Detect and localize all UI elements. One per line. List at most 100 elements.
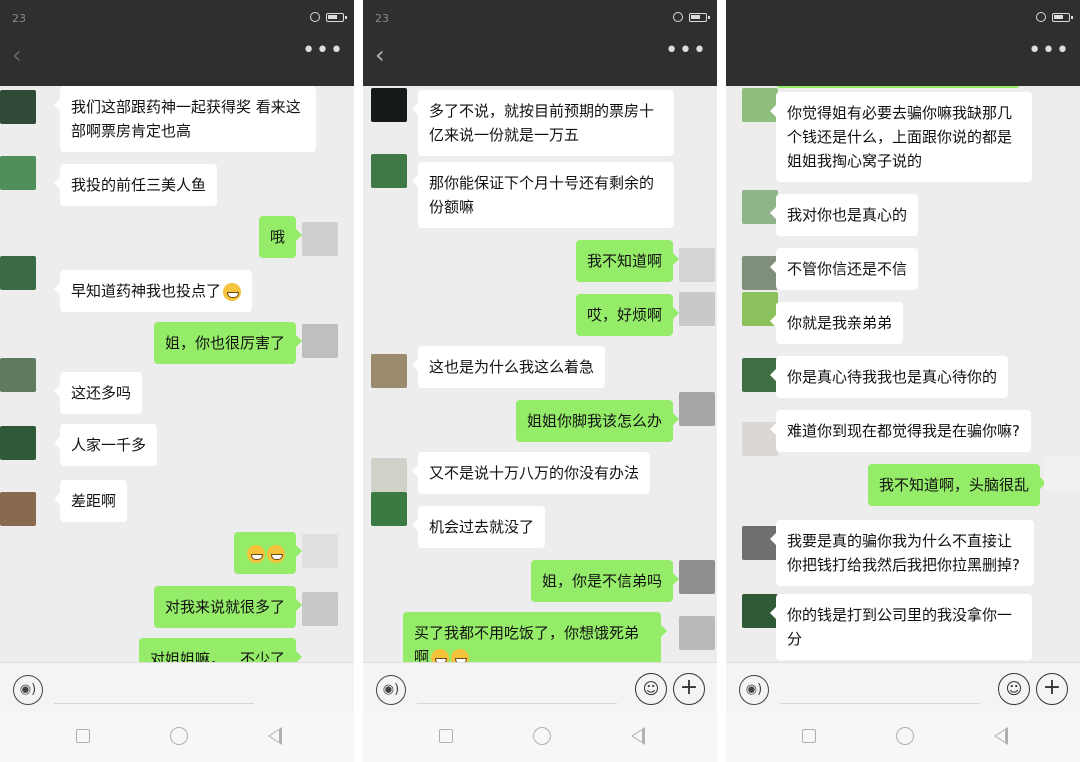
message-bubble: 不管你信还是不信: [769, 248, 919, 290]
message-text: 你的钱是打到公司里的我没拿你一分: [787, 606, 1013, 648]
message-list: 你觉得姐有必要去骗你嘛我缺那几个钱还是什么，上面跟你说的都是姐姐我掏心窝子说的 …: [726, 86, 1080, 662]
plus-icon[interactable]: +: [1036, 673, 1068, 705]
message-text: 对姐姐嘛，…不少了: [149, 650, 285, 662]
contact-avatar[interactable]: [0, 156, 36, 190]
message-input[interactable]: [54, 703, 254, 704]
voice-icon[interactable]: ◉): [739, 675, 769, 705]
message-bubble: 你觉得姐有必要去骗你嘛我缺那几个钱还是什么，上面跟你说的都是姐姐我掏心窝子说的: [770, 92, 1032, 182]
message-input[interactable]: [780, 703, 980, 704]
emoji-icon[interactable]: ☺: [998, 673, 1030, 705]
contact-avatar[interactable]: [0, 358, 36, 392]
contact-avatar[interactable]: [0, 492, 36, 526]
chat-title-bar: ‹ •••: [0, 38, 354, 86]
message-text: 我不知道啊: [586, 252, 662, 270]
user-avatar[interactable]: [302, 534, 338, 568]
message-bubble: 姐，你也很厉害了: [153, 322, 303, 364]
voice-icon[interactable]: ◉): [376, 675, 406, 705]
message-bubble: 买了我都不用吃饭了，你想饿死弟啊: [403, 612, 667, 662]
message-bubble: 我们这部跟药神一起获得奖 看来这部啊票房肯定也高: [54, 86, 316, 152]
contact-avatar[interactable]: [371, 492, 407, 526]
message-text: 难道你到现在都觉得我是在骗你嘛?: [787, 422, 1020, 440]
user-avatar[interactable]: [679, 560, 715, 594]
home-icon[interactable]: [533, 727, 551, 745]
contact-avatar[interactable]: [0, 256, 36, 290]
more-icon[interactable]: •••: [665, 38, 707, 63]
message-text: 机会过去就没了: [429, 518, 535, 536]
chat-title-bar: ‹ •••: [363, 38, 717, 86]
grinning-emoji-icon: [247, 544, 265, 563]
message-bubble: 我投的前任三美人鱼: [53, 164, 218, 206]
contact-avatar[interactable]: [0, 426, 36, 460]
back-icon[interactable]: [994, 727, 1008, 745]
message-text: 哎，好烦啊: [586, 306, 662, 324]
contact-avatar[interactable]: [371, 154, 407, 188]
status-time: 23: [375, 12, 389, 25]
message-text: 我投的前任三美人鱼: [71, 176, 207, 194]
back-icon[interactable]: [268, 727, 282, 745]
message-bubble: 我要是真的骗你我为什么不直接让你把钱打给我然后我把你拉黑删掉?: [770, 520, 1034, 586]
more-icon[interactable]: •••: [302, 38, 344, 63]
user-avatar[interactable]: [302, 324, 338, 358]
user-avatar[interactable]: [679, 616, 715, 650]
user-avatar[interactable]: [302, 592, 338, 626]
grinning-emoji-icon: [267, 544, 285, 563]
message-text: 人家一千多: [71, 436, 147, 454]
contact-avatar[interactable]: [371, 88, 407, 122]
status-icons: [673, 12, 710, 22]
message-bubble: 姐姐你脚我该怎么办: [515, 400, 680, 442]
message-text: 姐，你是不信弟吗: [541, 572, 662, 590]
message-text: 你觉得姐有必要去骗你嘛我缺那几个钱还是什么，上面跟你说的都是姐姐我掏心窝子说的: [787, 104, 1013, 170]
message-bubble: 你就是我亲弟弟: [769, 302, 904, 344]
message-text: 我不知道啊，头脑很乱: [878, 476, 1029, 494]
message-text: 多了不说，就按目前预期的票房十亿来说一份就是一万五: [429, 102, 655, 144]
recent-apps-icon[interactable]: [76, 729, 90, 743]
message-bubble: 早知道药神我也投点了: [53, 270, 253, 312]
contact-avatar[interactable]: [371, 458, 407, 492]
chat-screen-1: 23 ‹ ••• 我们这部跟药神一起获得奖 看来这部啊票房肯定也高 我投的前任三…: [0, 0, 354, 762]
recent-apps-icon[interactable]: [802, 729, 816, 743]
message-list: 多了不说，就按目前预期的票房十亿来说一份就是一万五 那你能保证下个月十号还有剩余…: [363, 86, 717, 662]
home-icon[interactable]: [896, 727, 914, 745]
message-bubble: 你是真心待我我也是真心待你的: [769, 356, 1009, 398]
system-nav-bar: [363, 712, 717, 762]
back-icon[interactable]: [631, 727, 645, 745]
message-bubble: 哦: [258, 216, 303, 258]
contact-avatar[interactable]: [0, 90, 36, 124]
message-bubble-partial: [776, 86, 1020, 88]
message-text: 我要是真的骗你我为什么不直接让你把钱打给我然后我把你拉黑删掉?: [787, 532, 1020, 574]
input-bar: ◉) ☺ +: [363, 662, 717, 712]
user-avatar[interactable]: [1044, 456, 1080, 490]
message-text: 哦: [269, 228, 285, 246]
more-icon[interactable]: •••: [1028, 38, 1070, 63]
user-avatar[interactable]: [302, 222, 338, 256]
status-time: 23: [12, 12, 26, 25]
voice-icon[interactable]: ◉): [13, 675, 43, 705]
system-nav-bar: [0, 712, 354, 762]
message-bubble: 多了不说，就按目前预期的票房十亿来说一份就是一万五: [412, 90, 674, 156]
user-avatar[interactable]: [679, 248, 715, 282]
plus-icon[interactable]: +: [673, 673, 705, 705]
chat-screen-2: 23 ‹ ••• 多了不说，就按目前预期的票房十亿来说一份就是一万五 那你能保证…: [363, 0, 717, 762]
input-bar: ◉): [0, 662, 354, 712]
battery-icon: [326, 12, 347, 22]
message-text: 你是真心待我我也是真心待你的: [787, 368, 998, 386]
message-bubble: 哎，好烦啊: [575, 294, 680, 336]
user-avatar[interactable]: [679, 392, 715, 426]
chevron-left-icon[interactable]: ‹: [375, 41, 385, 69]
battery-icon: [1052, 12, 1073, 22]
message-text: 我对你也是真心的: [787, 206, 908, 224]
message-bubble: 差距啊: [53, 480, 128, 522]
message-bubble: 对姐姐嘛，…不少了: [138, 638, 303, 662]
message-input[interactable]: [417, 703, 617, 704]
chevron-left-icon[interactable]: ‹: [12, 41, 22, 69]
contact-avatar[interactable]: [371, 354, 407, 388]
user-avatar[interactable]: [679, 292, 715, 326]
message-bubble: 难道你到现在都觉得我是在骗你嘛?: [770, 410, 1031, 452]
home-icon[interactable]: [170, 727, 188, 745]
message-bubble: 机会过去就没了: [411, 506, 546, 548]
message-text: 差距啊: [71, 492, 117, 510]
emoji-icon[interactable]: ☺: [635, 673, 667, 705]
recent-apps-icon[interactable]: [439, 729, 453, 743]
message-bubble: [234, 532, 302, 574]
battery-icon: [689, 12, 710, 22]
